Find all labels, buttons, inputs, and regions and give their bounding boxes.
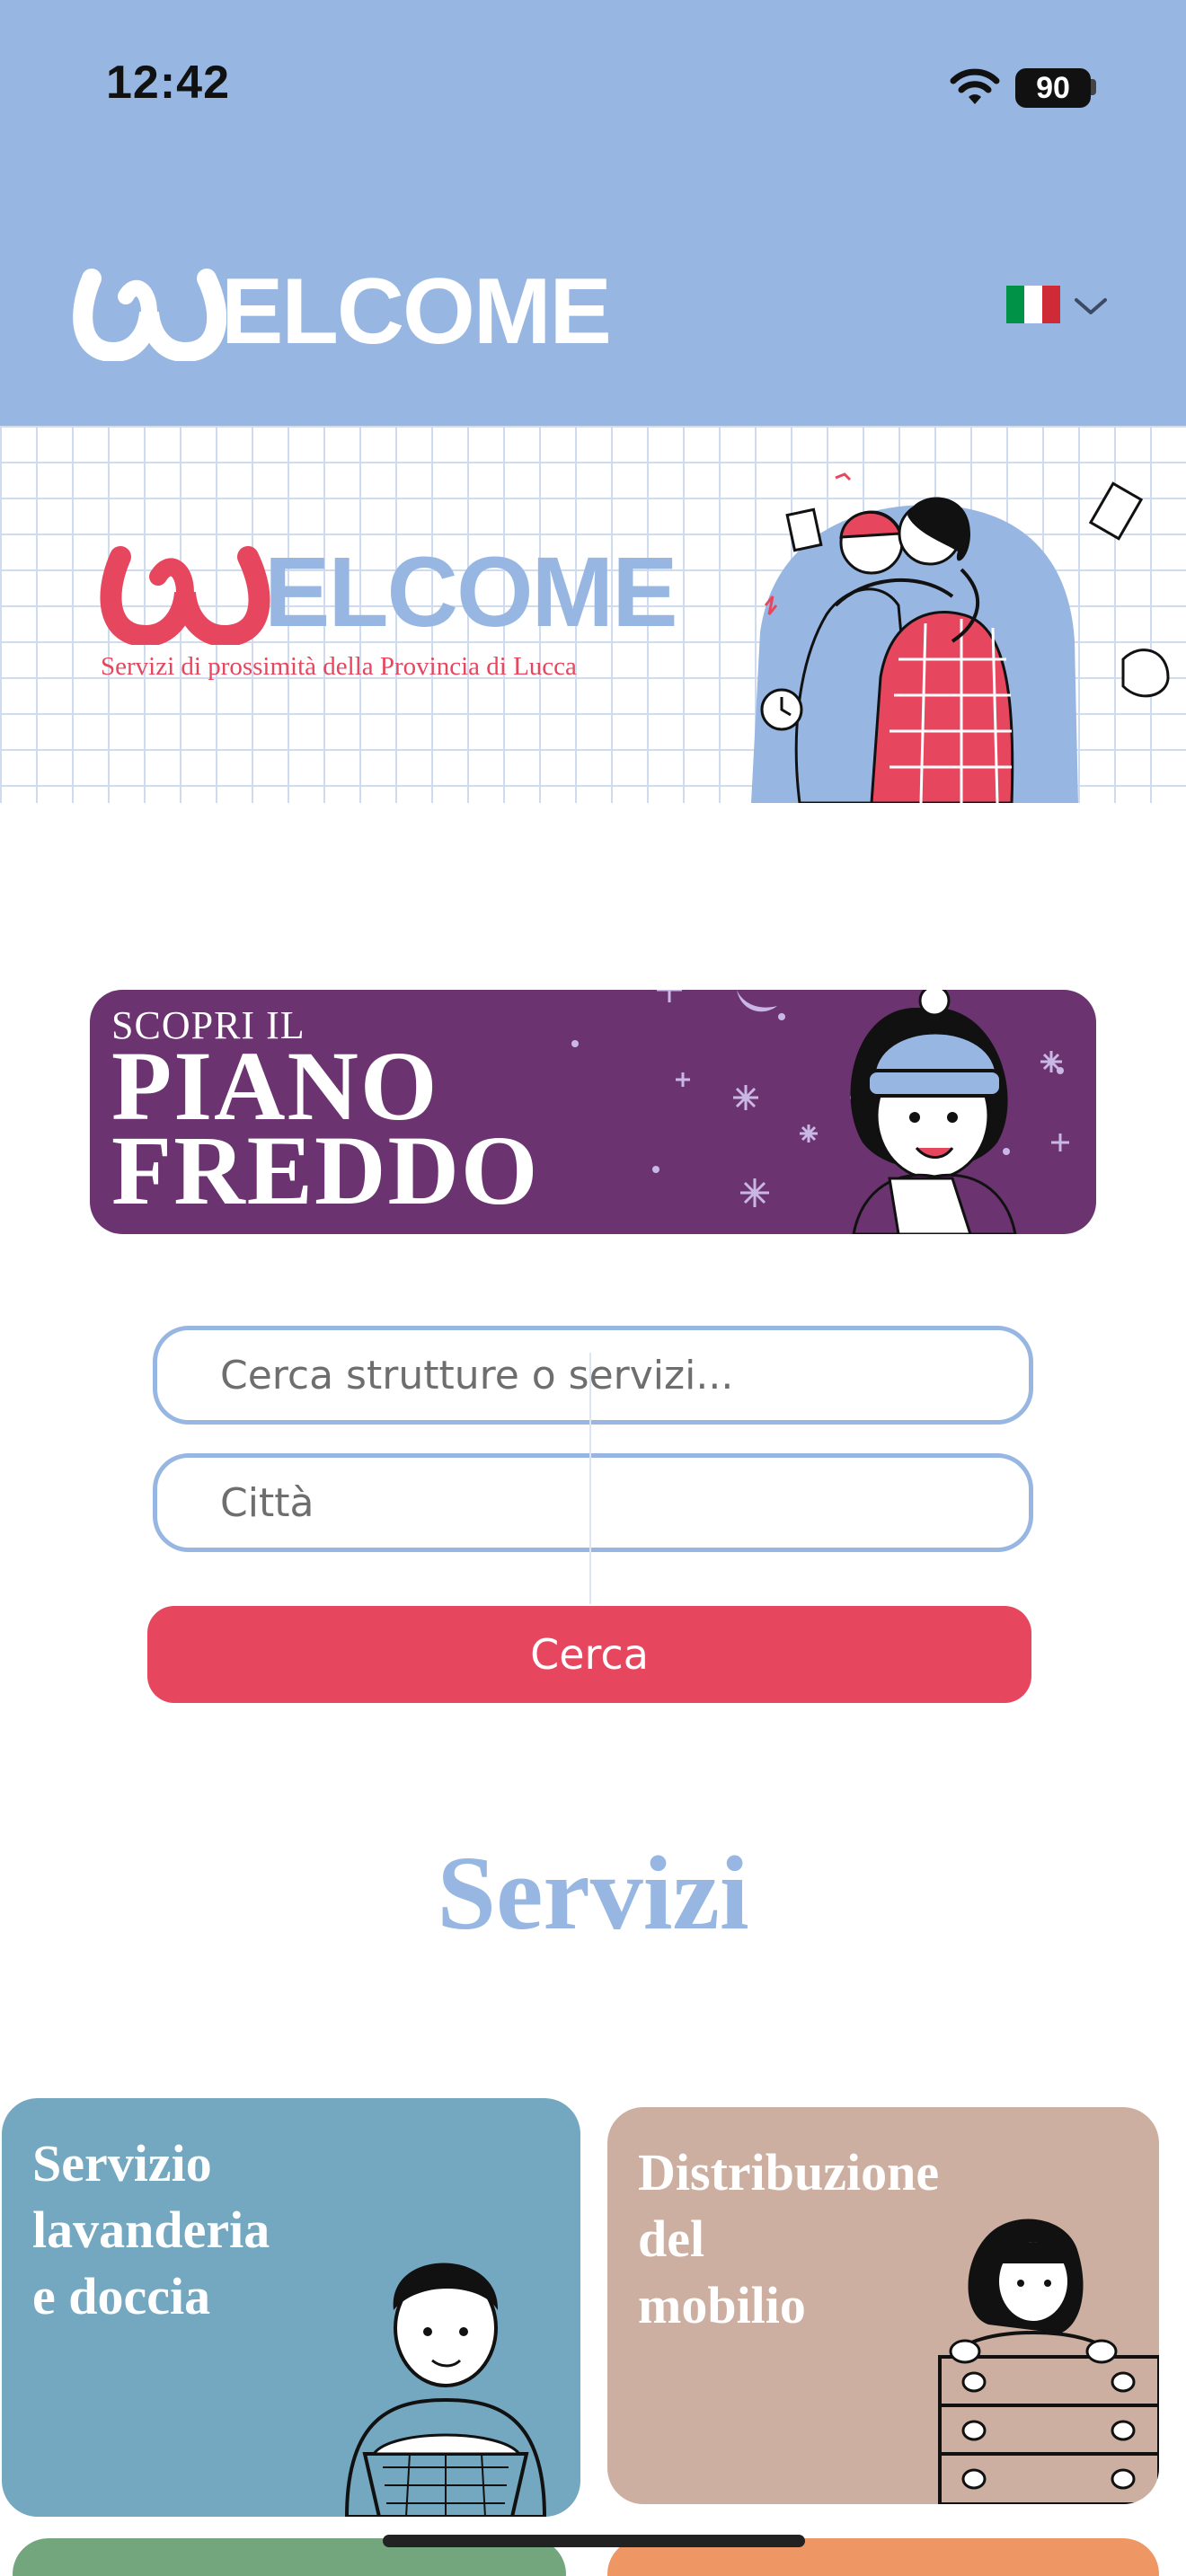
logo-w-icon	[100, 546, 270, 645]
hero-logo-text: ELCOME	[264, 537, 678, 648]
hug-illustration	[751, 472, 1170, 803]
text-cursor-guide	[589, 1353, 591, 1604]
winter-girl-illustration	[571, 990, 1069, 1234]
header-logo-text: ELCOME	[221, 260, 612, 364]
hero-subtitle: Servizi di prossimità della Provincia di…	[101, 652, 577, 681]
service-card-furniture[interactable]: Distribuzione del mobilio	[607, 2107, 1159, 2504]
battery-icon: 90	[1015, 68, 1091, 108]
services-title: Servizi	[437, 1834, 749, 1952]
chevron-down-icon[interactable]	[1073, 293, 1109, 320]
search-button[interactable]: Cerca	[147, 1606, 1031, 1703]
home-indicator[interactable]	[383, 2535, 805, 2547]
logo-w-icon	[73, 269, 226, 361]
search-input[interactable]	[153, 1326, 1033, 1425]
hero-banner: ELCOME Servizi di prossimità della Provi…	[0, 426, 1186, 803]
service-card-label: Servizio lavanderia e doccia	[32, 2134, 270, 2325]
furniture-person-illustration	[938, 2219, 1159, 2504]
service-card-laundry[interactable]: Servizio lavanderia e doccia	[2, 2098, 580, 2517]
city-input[interactable]	[153, 1453, 1033, 1552]
piano-freddo-banner[interactable]: SCOPRI IL PIANO FREDDO	[90, 990, 1096, 1234]
laundry-person-illustration	[344, 2263, 547, 2517]
app-header: 12:42 90 ELCOME	[0, 0, 1186, 426]
battery-tip	[1091, 79, 1096, 95]
language-flag-icon[interactable]	[1006, 286, 1060, 323]
status-time: 12:42	[106, 57, 230, 109]
hero-logo: ELCOME	[99, 537, 678, 648]
header-logo[interactable]: ELCOME	[72, 260, 612, 364]
wifi-icon	[950, 68, 1000, 104]
